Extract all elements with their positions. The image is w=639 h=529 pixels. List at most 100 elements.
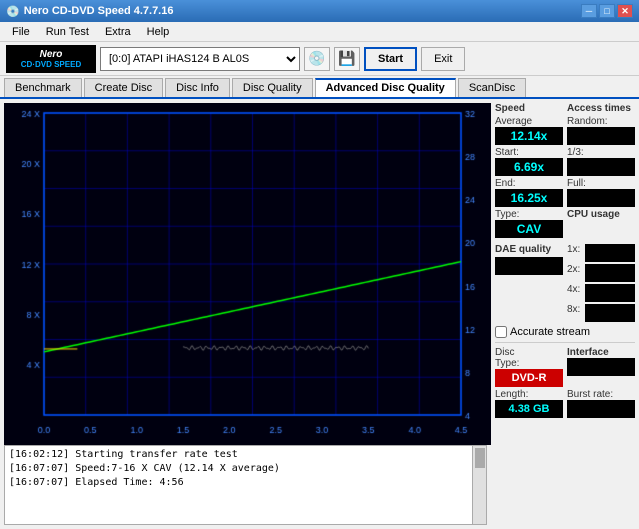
speed-section: Speed Access times Average 12.14x Random… [495,103,635,418]
chart-area [4,103,491,445]
cpu-8x-value [585,304,635,322]
cpu-1x-label: 1x: [567,244,580,262]
length-burst-row: Length: 4.38 GB Burst rate: [495,389,635,418]
app-title: Nero CD-DVD Speed 4.7.7.16 [24,5,174,17]
cpu-4x-value [585,284,635,302]
burst-value [567,400,635,418]
cpu-right-col: 1x: 2x: 4x: 8x: [567,240,635,322]
full-value [567,189,635,207]
disc-type-label2: Type: [495,358,563,369]
cpu-4x-label: 4x: [567,284,580,302]
logo-nero-text: Nero [40,49,63,60]
close-button[interactable]: ✕ [617,4,633,18]
menu-help[interactable]: Help [139,24,178,40]
app-icon: 💿 [6,5,20,18]
length-col: Length: 4.38 GB [495,389,563,418]
access-times-label: Access times [567,103,635,114]
toolbar: Nero CD·DVD SPEED [0:0] ATAPI iHAS124 B … [0,42,639,76]
disc-type-col: Disc Type: DVD-R [495,347,563,387]
tabbar: Benchmark Create Disc Disc Info Disc Qua… [0,76,639,99]
maximize-button[interactable]: □ [599,4,615,18]
speed-col: Speed [495,103,563,114]
save-icon-btn[interactable]: 💾 [334,47,360,71]
log-area: [16:02:12] Starting transfer rate test [… [4,445,487,525]
onethird-value [567,158,635,176]
cpu-rows: DAE quality 1x: 2x: 4x: [495,240,635,322]
accurate-stream-row: Accurate stream [495,326,635,338]
logo-speed-text: CD·DVD SPEED [21,60,81,69]
speed-chart [4,103,491,445]
tab-disc-quality[interactable]: Disc Quality [232,78,313,97]
end-full-row: End: 16.25x Full: [495,178,635,207]
average-random-row: Average 12.14x Random: [495,116,635,145]
type-col: Type: CAV [495,209,563,238]
tab-benchmark[interactable]: Benchmark [4,78,82,97]
average-label: Average [495,116,563,127]
log-line-3: [16:07:07] Elapsed Time: 4:56 [9,476,468,490]
disc-type-label: Disc [495,347,563,358]
accurate-stream-checkbox[interactable] [495,326,507,338]
log-scrollbar[interactable] [472,446,486,524]
tab-scandisc[interactable]: ScanDisc [458,78,526,97]
start-col: Start: 6.69x [495,147,563,176]
interface-value [567,358,635,376]
stream-label: stream [556,326,590,338]
cpu-8x-label: 8x: [567,304,580,322]
menu-file[interactable]: File [4,24,38,40]
drive-selector[interactable]: [0:0] ATAPI iHAS124 B AL0S [100,47,300,71]
titlebar-title: 💿 Nero CD-DVD Speed 4.7.7.16 [6,5,173,18]
random-label: Random: [567,116,635,127]
speed-label: Speed [495,103,563,114]
titlebar: 💿 Nero CD-DVD Speed 4.7.7.16 ─ □ ✕ [0,0,639,22]
cpu-col: CPU usage [567,209,635,238]
disc-eject-icon-btn[interactable]: 💿 [304,47,330,71]
menu-run-test[interactable]: Run Test [38,24,97,40]
end-label: End: [495,178,563,189]
app-logo: Nero CD·DVD SPEED [6,45,96,73]
interface-label: Interface [567,347,635,358]
access-col: Access times [567,103,635,114]
cpu-1x-value [585,244,635,262]
dae-label: DAE quality [495,244,563,255]
disc-interface-row: Disc Type: DVD-R Interface [495,347,635,387]
end-value: 16.25x [495,189,563,207]
log-line-1: [16:02:12] Starting transfer rate test [9,448,468,462]
length-label: Length: [495,389,563,400]
minimize-button[interactable]: ─ [581,4,597,18]
start-value: 6.69x [495,158,563,176]
cpu-2x-label: 2x: [567,264,580,282]
burst-col: Burst rate: [567,389,635,418]
start-speed-label: Start: [495,147,563,158]
log-line-2: [16:07:07] Speed:7-16 X CAV (12.14 X ave… [9,462,468,476]
interface-col: Interface [567,347,635,387]
tab-create-disc[interactable]: Create Disc [84,78,163,97]
log-scroll-thumb[interactable] [475,448,485,468]
tab-disc-info[interactable]: Disc Info [165,78,230,97]
type-label: Type: [495,209,563,220]
exit-button[interactable]: Exit [421,47,465,71]
random-value [567,127,635,145]
right-panel: Speed Access times Average 12.14x Random… [491,99,639,529]
average-col: Average 12.14x [495,116,563,145]
start-button[interactable]: Start [364,47,417,71]
app-window: 💿 Nero CD-DVD Speed 4.7.7.16 ─ □ ✕ File … [0,0,639,529]
cpu-2x-value [585,264,635,282]
dae-col: DAE quality [495,240,563,322]
onethird-col: 1/3: [567,147,635,176]
full-label: Full: [567,178,635,189]
speed-access-header: Speed Access times [495,103,635,114]
menu-extra[interactable]: Extra [97,24,139,40]
tab-advanced-disc-quality[interactable]: Advanced Disc Quality [315,78,456,97]
divider-1 [495,342,635,343]
log-content: [16:02:12] Starting transfer rate test [… [5,446,472,524]
dae-value [495,257,563,275]
type-cpu-row: Type: CAV CPU usage [495,209,635,238]
random-col: Random: [567,116,635,145]
onethird-label: 1/3: [567,147,635,158]
titlebar-controls: ─ □ ✕ [581,4,633,18]
type-value: CAV [495,220,563,238]
average-value: 12.14x [495,127,563,145]
disc-type-value: DVD-R [495,369,563,387]
full-col: Full: [567,178,635,207]
accurate-label: Accurate [510,326,553,338]
